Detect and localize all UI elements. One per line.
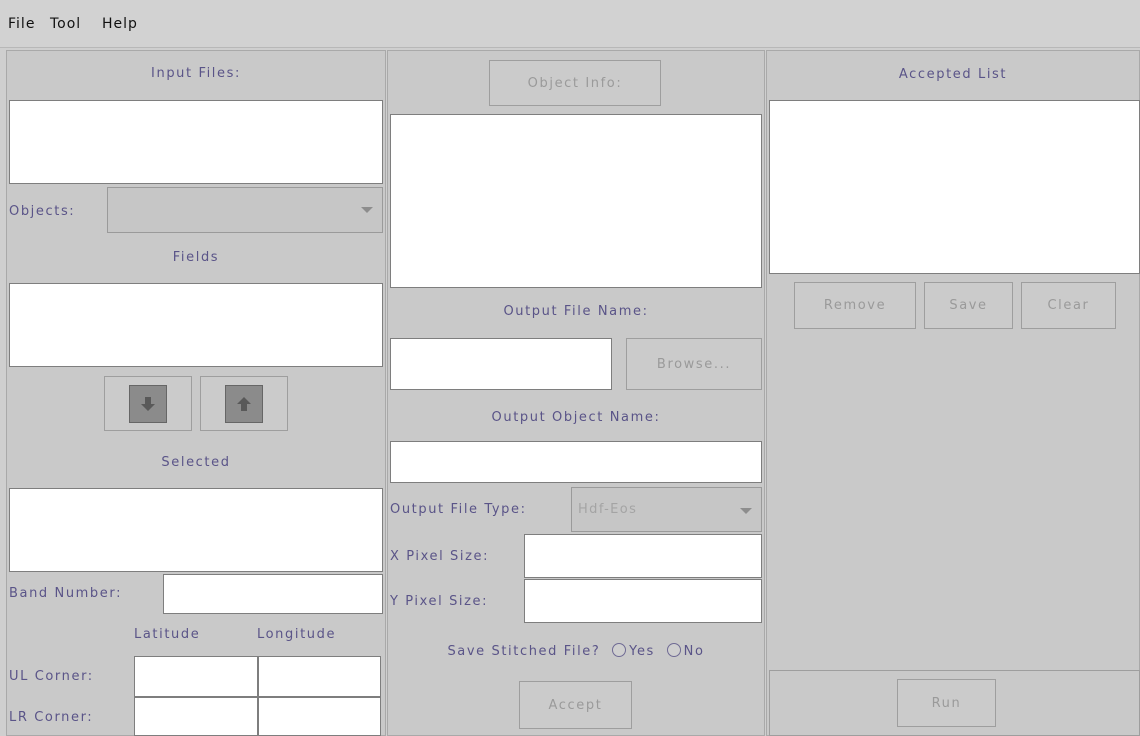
- input-files-label: Input Files:: [151, 66, 241, 81]
- remove-button[interactable]: Remove: [794, 282, 916, 329]
- output-file-name-label: Output File Name:: [503, 304, 649, 319]
- menu-bar: File Tool Help: [0, 0, 1140, 48]
- output-file-type-value: Hdf-Eos: [578, 502, 638, 517]
- fields-label: Fields: [172, 250, 220, 265]
- clear-button[interactable]: Clear: [1021, 282, 1116, 329]
- lr-latitude-input[interactable]: [134, 697, 258, 736]
- output-file-name-input[interactable]: [390, 338, 612, 390]
- selected-list[interactable]: [9, 488, 383, 572]
- y-pixel-size-label: Y Pixel Size:: [390, 594, 489, 609]
- latitude-label: Latitude: [134, 627, 201, 642]
- output-file-type-label: Output File Type:: [390, 502, 527, 517]
- x-pixel-size-label: X Pixel Size:: [390, 549, 490, 564]
- band-number-input[interactable]: [163, 574, 383, 614]
- save-stitched-row: Save Stitched File? Yes No: [387, 643, 765, 659]
- lr-longitude-input[interactable]: [258, 697, 381, 736]
- accept-button[interactable]: Accept: [519, 681, 632, 729]
- lr-corner-label: LR Corner:: [9, 710, 94, 725]
- arrow-down-icon: [129, 384, 167, 423]
- fields-list[interactable]: [9, 283, 383, 367]
- output-file-type-dropdown[interactable]: Hdf-Eos: [571, 487, 762, 532]
- menu-file[interactable]: File: [8, 16, 35, 32]
- save-button[interactable]: Save: [924, 282, 1013, 329]
- accepted-list[interactable]: [769, 100, 1140, 274]
- longitude-label: Longitude: [257, 627, 337, 642]
- yes-label[interactable]: Yes: [629, 644, 655, 659]
- arrow-up-icon: [225, 384, 263, 423]
- y-pixel-size-input[interactable]: [524, 579, 762, 623]
- ul-longitude-input[interactable]: [258, 656, 381, 697]
- no-radio[interactable]: [666, 643, 681, 657]
- band-number-label: Band Number:: [9, 586, 123, 601]
- x-pixel-size-input[interactable]: [524, 534, 762, 578]
- output-object-name-label: Output Object Name:: [491, 410, 661, 425]
- object-info-button[interactable]: Object Info:: [489, 60, 661, 106]
- menu-help[interactable]: Help: [102, 16, 138, 32]
- menu-tool[interactable]: Tool: [50, 16, 81, 32]
- objects-label: Objects:: [9, 204, 76, 219]
- chevron-down-icon: [740, 508, 752, 514]
- no-label[interactable]: No: [684, 644, 705, 659]
- objects-dropdown[interactable]: [107, 187, 383, 233]
- object-info-area[interactable]: [390, 114, 762, 288]
- move-down-button[interactable]: [104, 376, 192, 431]
- yes-radio[interactable]: [612, 643, 627, 657]
- input-files-list[interactable]: [9, 100, 383, 184]
- run-button[interactable]: Run: [897, 679, 996, 727]
- accepted-list-label: Accepted List: [898, 67, 1008, 82]
- selected-label: Selected: [161, 455, 231, 470]
- chevron-down-icon: [361, 207, 373, 213]
- move-up-button[interactable]: [200, 376, 288, 431]
- save-stitched-label: Save Stitched File?: [447, 644, 601, 659]
- output-object-name-input[interactable]: [390, 441, 762, 483]
- browse-button[interactable]: Browse...: [626, 338, 762, 390]
- ul-corner-label: UL Corner:: [9, 669, 94, 684]
- ul-latitude-input[interactable]: [134, 656, 258, 697]
